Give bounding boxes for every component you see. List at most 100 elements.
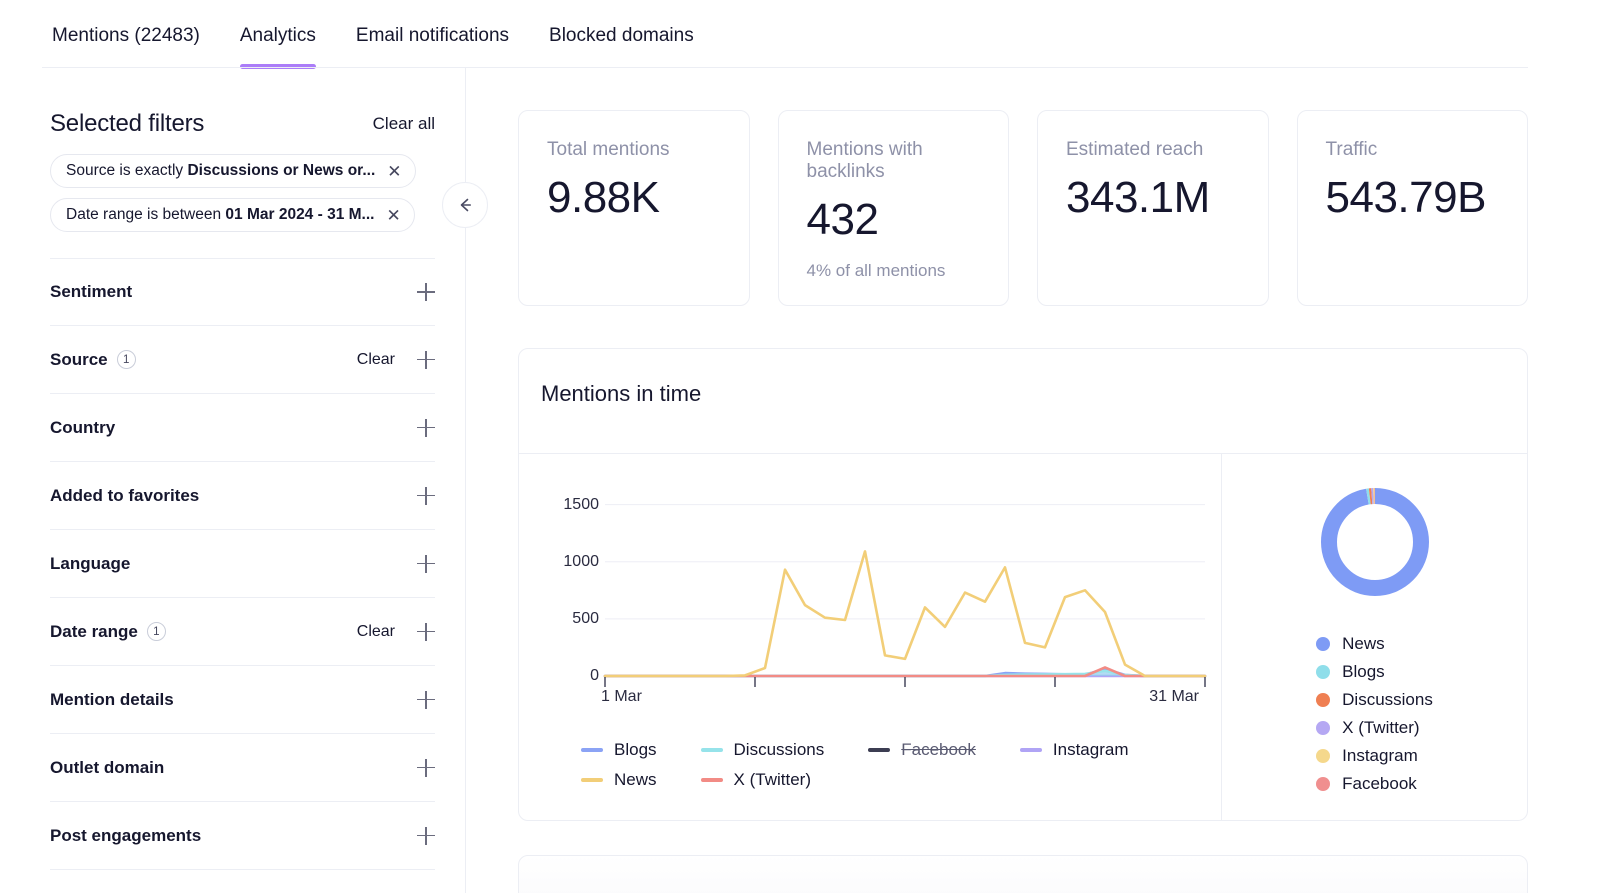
chip-text: Source is exactly Discussions or News or… bbox=[66, 162, 375, 180]
selected-filters-header: Selected filters Clear all bbox=[42, 68, 443, 138]
tab-label: Blocked domains bbox=[549, 25, 694, 46]
analytics-content: Total mentions 9.88K Mentions with backl… bbox=[466, 68, 1600, 893]
sidebar-item-added-to-favorites[interactable]: Added to favorites bbox=[50, 462, 435, 530]
filter-label: Source bbox=[50, 350, 108, 370]
filter-chip-date-range[interactable]: Date range is between 01 Mar 2024 - 31 M… bbox=[50, 198, 415, 232]
sidebar-item-country[interactable]: Country bbox=[50, 394, 435, 462]
y-axis-labels: 050010001500 bbox=[539, 476, 599, 676]
donut-chart bbox=[1313, 480, 1437, 604]
page-body: Selected filters Clear all Source is exa… bbox=[0, 68, 1600, 893]
legend-swatch bbox=[701, 748, 723, 752]
kpi-value: 432 bbox=[807, 195, 981, 245]
legend-item-blogs[interactable]: Blogs bbox=[581, 740, 657, 760]
sidebar-item-language[interactable]: Language bbox=[50, 530, 435, 598]
sidebar-item-outlet-domain[interactable]: Outlet domain bbox=[50, 734, 435, 802]
legend-label: News bbox=[1342, 634, 1385, 654]
filter-list: Sentiment Source 1 Clear Country Added t… bbox=[42, 258, 443, 870]
donut-legend-item-discussions[interactable]: Discussions bbox=[1316, 690, 1433, 710]
plus-icon[interactable] bbox=[417, 419, 435, 437]
legend-dot bbox=[1316, 693, 1330, 707]
sidebar-item-mention-details[interactable]: Mention details bbox=[50, 666, 435, 734]
tab-analytics[interactable]: Analytics bbox=[220, 18, 336, 69]
close-icon[interactable]: ✕ bbox=[386, 207, 400, 224]
filter-label: Date range bbox=[50, 622, 138, 642]
line-chart-svg bbox=[605, 476, 1205, 676]
x-axis-end-label: 31 Mar bbox=[1149, 688, 1199, 706]
legend-item-instagram[interactable]: Instagram bbox=[1020, 740, 1129, 760]
filter-label: Post engagements bbox=[50, 826, 201, 846]
filter-clear-button[interactable]: Clear bbox=[357, 351, 395, 369]
filter-count-badge: 1 bbox=[147, 622, 166, 641]
tab-email-notifications[interactable]: Email notifications bbox=[336, 18, 529, 69]
arrow-left-icon bbox=[455, 195, 475, 215]
tab-mentions[interactable]: Mentions (22483) bbox=[42, 18, 220, 69]
kpi-label: Estimated reach bbox=[1066, 139, 1240, 161]
filters-sidebar: Selected filters Clear all Source is exa… bbox=[0, 68, 466, 893]
line-chart-legend: Blogs Discussions Facebook Instagram News X (… bbox=[581, 740, 1129, 790]
legend-item-x-twitter[interactable]: X (Twitter) bbox=[701, 770, 825, 790]
sidebar-collapse-button[interactable] bbox=[442, 182, 488, 228]
close-icon[interactable]: ✕ bbox=[387, 163, 401, 180]
sidebar-item-source[interactable]: Source 1 Clear bbox=[50, 326, 435, 394]
filter-label: Country bbox=[50, 418, 115, 438]
plus-icon[interactable] bbox=[417, 691, 435, 709]
plus-icon[interactable] bbox=[417, 759, 435, 777]
legend-label: News bbox=[614, 770, 657, 790]
kpi-estimated-reach: Estimated reach 343.1M bbox=[1037, 110, 1269, 306]
next-card-placeholder bbox=[518, 855, 1528, 893]
plus-icon[interactable] bbox=[417, 351, 435, 369]
selected-filters-title: Selected filters bbox=[50, 110, 204, 138]
kpi-label: Mentions with backlinks bbox=[807, 139, 981, 183]
legend-dot bbox=[1316, 749, 1330, 763]
line-chart: 050010001500 1 Mar 31 Mar bbox=[539, 476, 1201, 706]
legend-label: Blogs bbox=[614, 740, 657, 760]
chip-text: Date range is between 01 Mar 2024 - 31 M… bbox=[66, 206, 374, 224]
legend-item-facebook[interactable]: Facebook bbox=[868, 740, 976, 760]
legend-swatch bbox=[1020, 748, 1042, 752]
filter-chip-source[interactable]: Source is exactly Discussions or News or… bbox=[50, 154, 416, 188]
tab-bar: Mentions (22483) Analytics Email notific… bbox=[0, 0, 1600, 68]
filter-label: Outlet domain bbox=[50, 758, 164, 778]
legend-label: Instagram bbox=[1053, 740, 1129, 760]
legend-label: X (Twitter) bbox=[1342, 718, 1419, 738]
legend-item-news[interactable]: News bbox=[581, 770, 657, 790]
tab-label: Mentions (22483) bbox=[52, 25, 200, 46]
plus-icon[interactable] bbox=[417, 827, 435, 845]
sidebar-item-date-range[interactable]: Date range 1 Clear bbox=[50, 598, 435, 666]
donut-chart-legend: News Blogs Discussions X (Twitter) Instagram… bbox=[1316, 634, 1433, 794]
y-axis-tick: 0 bbox=[590, 667, 599, 685]
kpi-subtext: 4% of all mentions bbox=[807, 261, 981, 281]
mentions-in-time-card: Mentions in time 050010001500 1 Mar 31 M… bbox=[518, 348, 1528, 821]
legend-label: Discussions bbox=[734, 740, 825, 760]
donut-legend-item-facebook[interactable]: Facebook bbox=[1316, 774, 1433, 794]
y-axis-tick: 500 bbox=[572, 610, 599, 628]
legend-label: Discussions bbox=[1342, 690, 1433, 710]
legend-dot bbox=[1316, 721, 1330, 735]
kpi-cards: Total mentions 9.88K Mentions with backl… bbox=[518, 110, 1528, 306]
tab-blocked-domains[interactable]: Blocked domains bbox=[529, 18, 714, 69]
plus-icon[interactable] bbox=[417, 623, 435, 641]
legend-item-discussions[interactable]: Discussions bbox=[701, 740, 825, 760]
tab-label: Email notifications bbox=[356, 25, 509, 46]
filter-label: Language bbox=[50, 554, 130, 574]
plus-icon[interactable] bbox=[417, 487, 435, 505]
kpi-total-mentions: Total mentions 9.88K bbox=[518, 110, 750, 306]
legend-dot bbox=[1316, 777, 1330, 791]
filter-label: Mention details bbox=[50, 690, 174, 710]
plus-icon[interactable] bbox=[417, 555, 435, 573]
sidebar-item-post-engagements[interactable]: Post engagements bbox=[50, 802, 435, 870]
plus-icon[interactable] bbox=[417, 283, 435, 301]
sidebar-item-sentiment[interactable]: Sentiment bbox=[50, 258, 435, 326]
clear-all-button[interactable]: Clear all bbox=[373, 114, 435, 134]
kpi-mentions-with-backlinks: Mentions with backlinks 432 4% of all me… bbox=[778, 110, 1010, 306]
donut-legend-item-x-twitter[interactable]: X (Twitter) bbox=[1316, 718, 1433, 738]
filter-clear-button[interactable]: Clear bbox=[357, 623, 395, 641]
x-axis-start-label: 1 Mar bbox=[601, 688, 642, 706]
legend-label: Facebook bbox=[901, 740, 976, 760]
line-chart-panel: 050010001500 1 Mar 31 Mar Blogs Discussio… bbox=[519, 454, 1221, 820]
kpi-traffic: Traffic 543.79B bbox=[1297, 110, 1529, 306]
card-title: Mentions in time bbox=[519, 349, 1527, 407]
donut-legend-item-instagram[interactable]: Instagram bbox=[1316, 746, 1433, 766]
donut-legend-item-blogs[interactable]: Blogs bbox=[1316, 662, 1433, 682]
donut-legend-item-news[interactable]: News bbox=[1316, 634, 1433, 654]
